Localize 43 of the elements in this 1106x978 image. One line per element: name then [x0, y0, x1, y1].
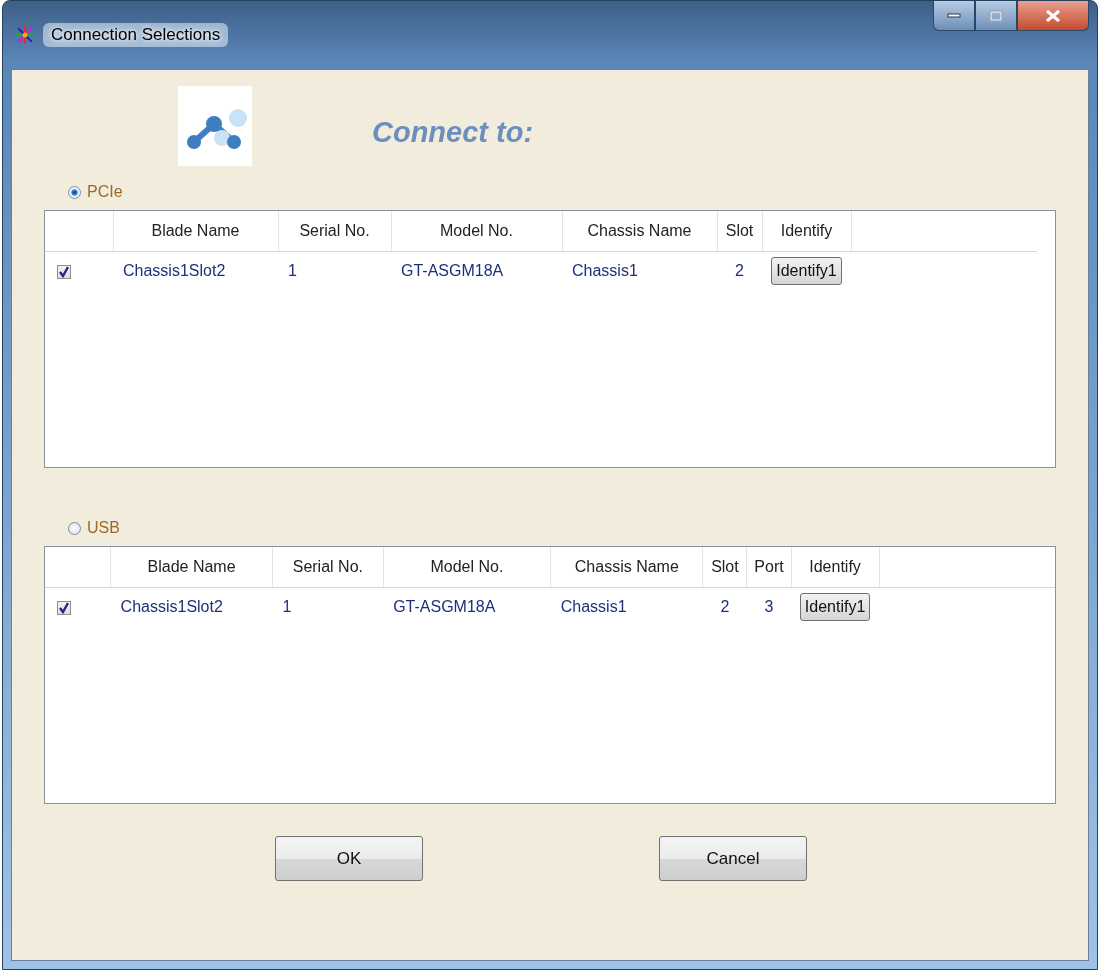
table-cell: 3: [764, 598, 774, 615]
column-header[interactable]: Identify: [762, 211, 851, 252]
table-cell: 2: [720, 598, 730, 615]
checkbox[interactable]: [57, 600, 71, 615]
column-header[interactable]: Port: [746, 547, 792, 588]
window-title: Connection Selections: [43, 23, 229, 47]
star-icon: [15, 25, 35, 45]
column-header[interactable]: Serial No.: [272, 547, 384, 588]
table-cell: Chassis1: [560, 598, 627, 615]
table-cell: 2: [735, 262, 744, 279]
identify-button[interactable]: Identify1: [799, 593, 871, 621]
radio-button[interactable]: [68, 185, 81, 199]
identify-button[interactable]: Identify1: [771, 257, 842, 285]
column-header[interactable]: Serial No.: [278, 211, 391, 252]
close-button[interactable]: [1017, 1, 1089, 31]
table-cell: Chassis1Slot2: [120, 598, 223, 615]
minimize-icon: [947, 12, 961, 19]
column-header[interactable]: Identify: [791, 547, 880, 588]
maximize-icon: [989, 9, 1003, 22]
table-cell: Chassis1Slot2: [123, 262, 226, 279]
cancel-button[interactable]: Cancel: [659, 836, 807, 881]
column-header[interactable]: Model No.: [391, 211, 562, 252]
ok-button[interactable]: OK: [275, 836, 423, 881]
radio-label[interactable]: PCIe: [87, 183, 123, 201]
column-header[interactable]: Chassis Name: [550, 547, 703, 588]
radio-label[interactable]: USB: [87, 519, 120, 537]
connect-heading: Connect to:: [372, 115, 534, 149]
table-cell: GT-ASGM18A: [393, 598, 496, 615]
column-header[interactable]: Slot: [717, 211, 762, 252]
column-header[interactable]: Slot: [702, 547, 747, 588]
checkbox[interactable]: [57, 264, 71, 279]
table-cell: Chassis1: [572, 262, 638, 279]
minimize-button[interactable]: [933, 1, 975, 31]
radio-button[interactable]: [68, 521, 81, 535]
table-cell: GT-ASGM18A: [401, 262, 504, 279]
column-header[interactable]: Blade Name: [113, 211, 278, 252]
close-icon: [1045, 8, 1061, 23]
column-header[interactable]: Blade Name: [110, 547, 273, 588]
table-cell: 1: [288, 262, 297, 279]
table-cell: 1: [282, 598, 292, 615]
column-header[interactable]: Chassis Name: [562, 211, 717, 252]
maximize-button[interactable]: [975, 1, 1017, 31]
column-header[interactable]: Model No.: [383, 547, 551, 588]
